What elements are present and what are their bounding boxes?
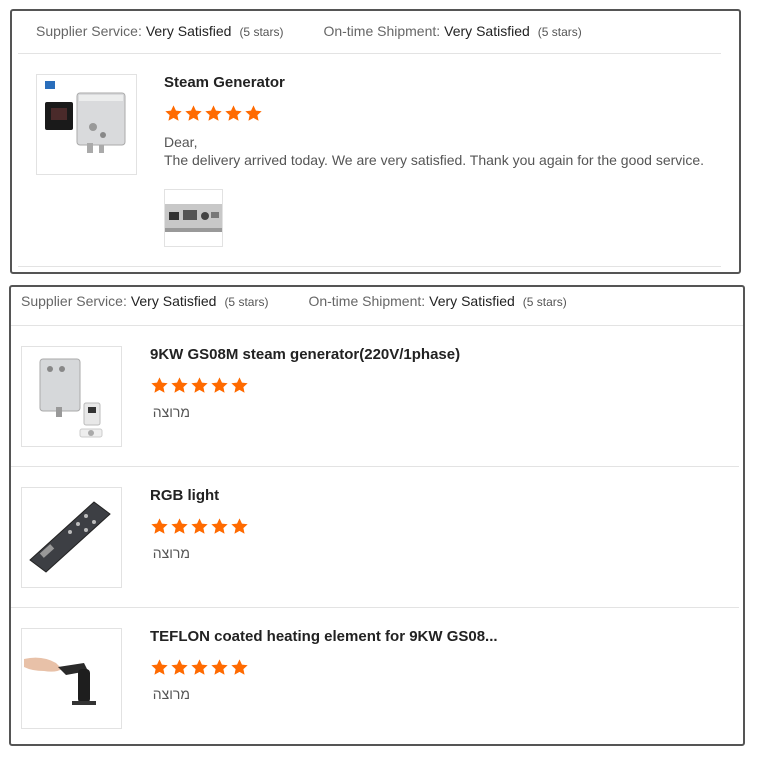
supplier-service-value: Very Satisfied — [130, 293, 217, 309]
shipment-value: Very Satisfied — [444, 23, 530, 39]
star-icon — [191, 659, 208, 675]
star-icon — [151, 377, 168, 393]
product-title[interactable]: RGB light — [150, 487, 219, 504]
review-greeting: Dear, — [164, 134, 198, 150]
review-comment: מרוצה — [152, 404, 190, 420]
star-icon — [191, 518, 208, 534]
star-icon — [231, 518, 248, 534]
star-icon — [225, 105, 242, 121]
star-icon — [171, 377, 188, 393]
product-image-steam-generator[interactable] — [36, 74, 137, 175]
product-title[interactable]: 9KW GS08M steam generator(220V/1phase) — [150, 346, 460, 363]
supplier-service-value: Very Satisfied — [145, 23, 232, 39]
rating-summary: Supplier Service: Very Satisfied (5 star… — [36, 23, 582, 39]
star-icon — [151, 518, 168, 534]
supplier-service-count: (5 stars) — [239, 25, 284, 39]
divider — [18, 53, 721, 54]
product-image-heating-element[interactable] — [21, 628, 122, 729]
product-title[interactable]: TEFLON coated heating element for 9KW GS… — [150, 628, 498, 645]
supplier-service-label: Supplier Service: — [36, 23, 142, 39]
star-icon — [205, 105, 222, 121]
star-icon — [171, 659, 188, 675]
star-icon — [151, 659, 168, 675]
divider — [18, 266, 721, 267]
star-icon — [245, 105, 262, 121]
shipment-count: (5 stars) — [522, 295, 567, 309]
supplier-service-count: (5 stars) — [224, 295, 269, 309]
star-icon — [211, 377, 228, 393]
supplier-service-label: Supplier Service: — [21, 293, 127, 309]
divider — [11, 325, 743, 326]
star-icon — [165, 105, 182, 121]
review-card-1: Supplier Service: Very Satisfied (5 star… — [10, 9, 741, 274]
product-title[interactable]: Steam Generator — [164, 74, 285, 91]
rating-summary: Supplier Service: Very Satisfied (5 star… — [21, 293, 567, 309]
shipment-count: (5 stars) — [537, 25, 582, 39]
shipment-label: On-time Shipment: — [323, 23, 441, 39]
star-icon — [211, 659, 228, 675]
star-icon — [185, 105, 202, 121]
star-rating — [150, 658, 249, 677]
product-image-steam-generator-9kw[interactable] — [21, 346, 122, 447]
review-comment: The delivery arrived today. We are very … — [164, 152, 705, 168]
divider — [11, 607, 739, 608]
review-photo[interactable] — [164, 189, 223, 247]
star-rating — [150, 517, 249, 536]
review-comment: מרוצה — [152, 545, 190, 561]
shipment-label: On-time Shipment: — [308, 293, 426, 309]
review-card-2: Supplier Service: Very Satisfied (5 star… — [9, 285, 745, 746]
star-icon — [231, 659, 248, 675]
product-image-rgb-light[interactable] — [21, 487, 122, 588]
star-rating — [164, 104, 263, 123]
star-icon — [231, 377, 248, 393]
star-icon — [191, 377, 208, 393]
star-rating — [150, 376, 249, 395]
review-comment: מרוצה — [152, 686, 190, 702]
divider — [11, 466, 739, 467]
shipment-value: Very Satisfied — [429, 293, 515, 309]
star-icon — [171, 518, 188, 534]
star-icon — [211, 518, 228, 534]
